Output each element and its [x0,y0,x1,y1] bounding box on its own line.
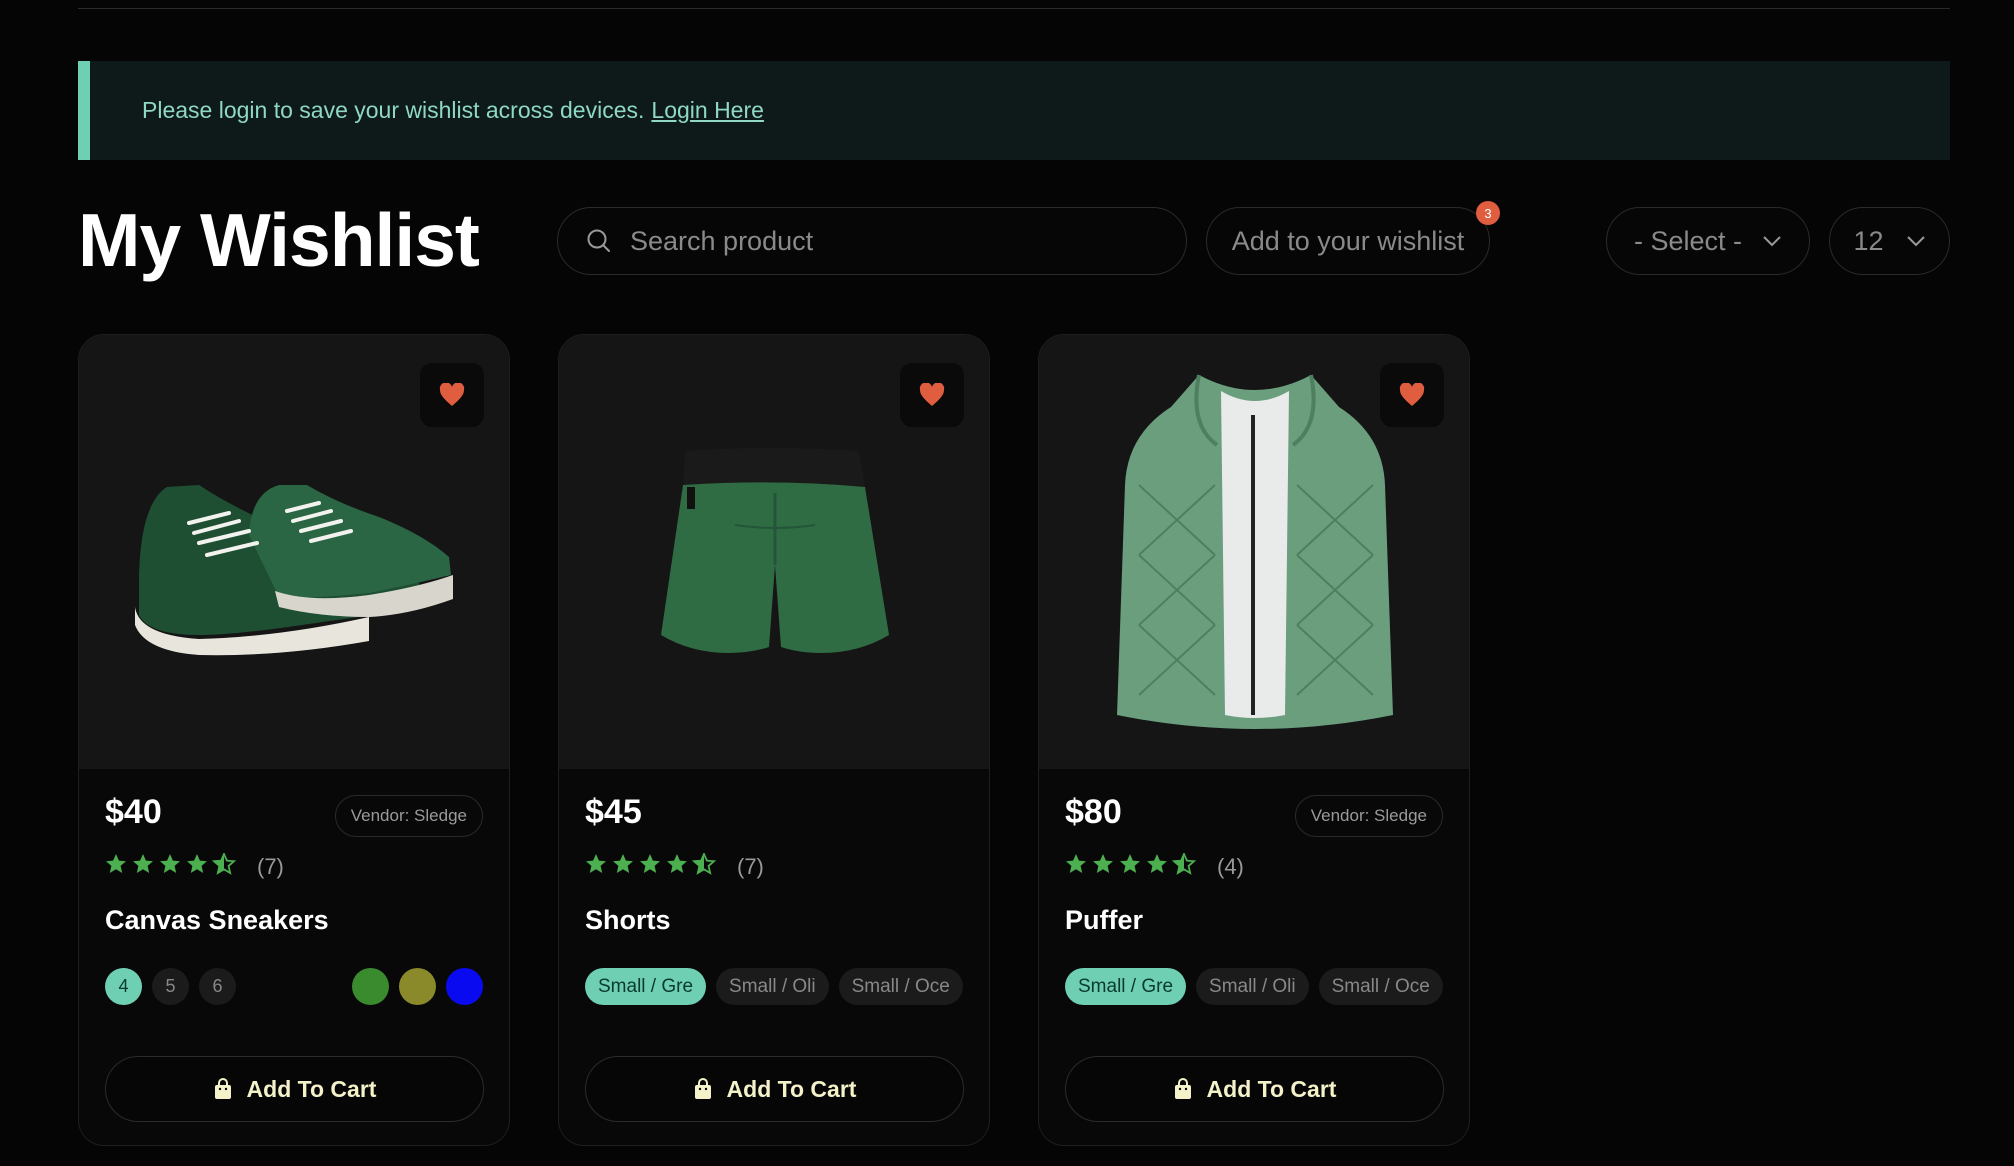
star-icon [667,854,687,873]
rating: (4) [1065,851,1244,880]
variant-option[interactable]: Small / Gre [1065,968,1187,1005]
login-notice: Please login to save your wishlist acros… [78,61,1950,160]
review-count: (7) [257,853,284,879]
size-option[interactable]: 5 [152,968,189,1005]
color-swatch-green[interactable] [352,968,389,1005]
variant-option[interactable]: Small / Oce [838,968,963,1005]
product-image[interactable] [79,335,509,769]
add-to-cart-label: Add To Cart [246,1075,377,1102]
login-link[interactable]: Login Here [651,97,764,124]
star-icon [187,854,207,873]
chevron-down-icon [1906,236,1925,247]
add-to-cart-button[interactable]: Add To Cart [105,1056,484,1122]
heart-icon [919,383,945,406]
wishlist-count-badge: 3 [1476,201,1500,225]
vendor-badge: Vendor: Sledge [334,795,483,837]
remove-from-wishlist-button[interactable] [420,363,484,427]
shopping-bag-icon [694,1078,711,1099]
variant-options: Small / Gre Small / Oli Small / Oce [1065,968,1443,1005]
sort-select-value: - Select - [1633,225,1743,256]
variant-options: Small / Gre Small / Oli Small / Oce [585,968,963,1005]
page-title: My Wishlist [78,198,480,282]
size-option[interactable]: 4 [105,968,142,1005]
star-icon [691,851,717,875]
variant-option[interactable]: Small / Gre [585,968,707,1005]
product-card: $45 (7) Shorts Small / Gre Small / Oli S… [558,334,990,1146]
product-name[interactable]: Puffer [1065,905,1143,936]
color-swatch-olive[interactable] [399,968,436,1005]
sort-select[interactable]: - Select - [1606,207,1810,275]
heart-icon [439,383,465,406]
size-option[interactable]: 6 [199,968,236,1005]
product-price: $80 [1065,793,1122,831]
chevron-down-icon [1763,236,1781,247]
star-icon [160,854,180,873]
star-icon [211,851,237,875]
star-icon [640,854,660,873]
per-page-value: 12 [1853,225,1884,256]
product-price: $45 [585,793,642,831]
add-to-wishlist-label: Add to your wishlist [1231,225,1465,256]
search-icon [587,229,610,252]
product-name[interactable]: Shorts [585,905,671,936]
stars-svg [106,851,237,875]
product-name[interactable]: Canvas Sneakers [105,905,329,936]
product-image[interactable] [1039,335,1469,769]
add-to-cart-button[interactable]: Add To Cart [585,1056,964,1122]
variant-option[interactable]: Small / Oli [716,968,829,1005]
product-card: $40 Vendor: Sledge (7) Canvas Sneakers 4… [78,334,510,1146]
variant-option[interactable]: Small / Oli [1196,968,1309,1005]
shopping-bag-icon [214,1078,231,1099]
rating: (7) [105,851,284,880]
star-icon [133,854,153,873]
add-to-cart-button[interactable]: Add To Cart [1065,1056,1444,1122]
star-icon [106,854,126,873]
star-icon [1066,854,1086,873]
product-image[interactable] [559,335,989,769]
add-to-cart-label: Add To Cart [726,1075,857,1102]
rating: (7) [585,851,764,880]
rating-stars [1065,851,1200,880]
star-icon [1093,854,1113,873]
rating-stars [585,851,720,880]
stars-svg [586,851,717,875]
stars-svg [1066,851,1197,875]
search-input[interactable] [630,225,1150,257]
vendor-badge: Vendor: Sledge [1294,795,1443,837]
review-count: (4) [1217,853,1244,879]
star-icon [1147,854,1167,873]
review-count: (7) [737,853,764,879]
rating-stars [105,851,240,880]
color-swatches [352,968,483,1005]
remove-from-wishlist-button[interactable] [1380,363,1444,427]
heart-icon [1399,383,1425,406]
star-icon [586,854,606,873]
per-page-select[interactable]: 12 [1829,207,1950,275]
star-icon [1120,854,1140,873]
product-price: $40 [105,793,162,831]
variant-option[interactable]: Small / Oce [1318,968,1443,1005]
add-to-cart-label: Add To Cart [1206,1075,1337,1102]
star-icon [1171,851,1197,875]
shopping-bag-icon [1174,1078,1191,1099]
notice-text: Please login to save your wishlist acros… [142,97,645,123]
remove-from-wishlist-button[interactable] [900,363,964,427]
add-to-wishlist-button[interactable]: Add to your wishlist [1206,207,1490,275]
product-card: $80 Vendor: Sledge (4) Puffer Small / Gr… [1038,334,1470,1146]
star-icon [613,854,633,873]
color-swatch-blue[interactable] [446,968,483,1005]
search-box[interactable] [557,207,1187,275]
top-divider [78,8,1950,9]
size-options: 4 5 6 [105,968,236,1005]
